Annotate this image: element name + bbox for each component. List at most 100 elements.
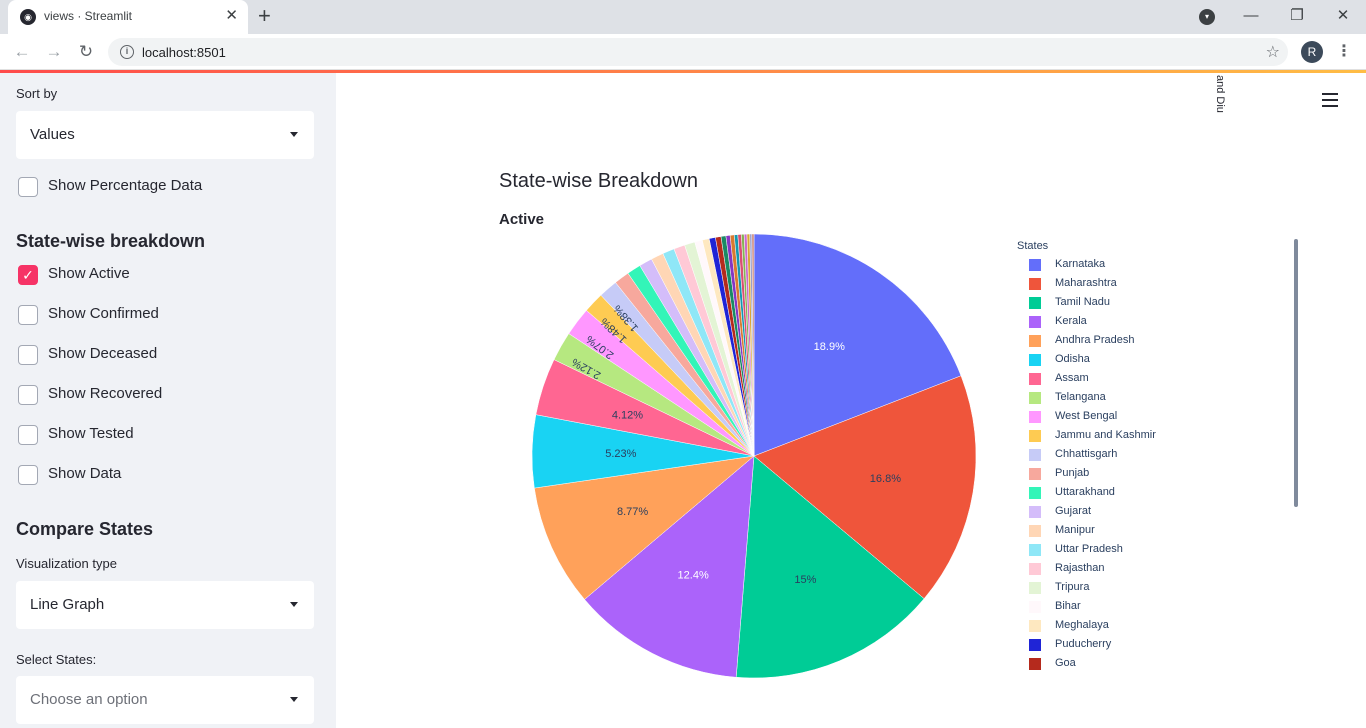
legend-swatch (1029, 639, 1041, 651)
pie-slice-label: 15% (794, 574, 816, 586)
legend-item[interactable]: Kerala (1029, 313, 1289, 332)
legend-item[interactable]: Uttarakhand (1029, 484, 1289, 503)
reload-icon[interactable]: ↻ (74, 40, 98, 64)
checkbox-checked-icon[interactable]: ✓ (18, 265, 38, 285)
browser-toolbar: ← → ↻ i localhost:8501 ☆ (0, 34, 1366, 70)
legend-label: Telangana (1055, 391, 1106, 403)
minimize-icon[interactable]: — (1236, 5, 1266, 27)
checkbox-box[interactable] (18, 465, 38, 485)
tab-search-icon[interactable]: ▾ (1199, 9, 1215, 25)
pie-slice-label: 16.8% (870, 473, 901, 485)
legend-item[interactable]: Bihar (1029, 598, 1289, 617)
legend-swatch (1029, 620, 1041, 632)
legend-swatch (1029, 297, 1041, 309)
checkbox-show-recovered[interactable]: Show Recovered (16, 383, 316, 407)
checkbox-label: Show Recovered (48, 385, 163, 402)
legend-item[interactable]: Jammu and Kashmir (1029, 427, 1289, 446)
legend-swatch (1029, 354, 1041, 366)
main-content: and Diu State-wise Breakdown Active 18.9… (336, 73, 1366, 728)
checkbox-label: Show Percentage Data (48, 177, 203, 194)
sidebar: Sort by Values Show Percentage Data Stat… (0, 73, 336, 728)
checkbox-show-confirmed[interactable]: Show Confirmed (16, 303, 316, 327)
checkbox-box[interactable] (18, 425, 38, 445)
legend-label: Uttarakhand (1055, 486, 1115, 498)
checkbox-box[interactable] (18, 345, 38, 365)
back-icon[interactable]: ← (10, 40, 34, 64)
restore-icon[interactable]: ❐ (1282, 5, 1312, 27)
checkbox-show-deceased[interactable]: Show Deceased (16, 343, 316, 367)
legend-label: Kerala (1055, 315, 1087, 327)
checkbox-label: Show Active (48, 265, 130, 282)
pie-slice-label: 5.23% (605, 448, 636, 460)
checkbox-show-data[interactable]: Show Data (16, 463, 316, 487)
legend-item[interactable]: Odisha (1029, 351, 1289, 370)
legend-item[interactable]: Tamil Nadu (1029, 294, 1289, 313)
legend-item[interactable]: West Bengal (1029, 408, 1289, 427)
legend-label: West Bengal (1055, 410, 1118, 422)
site-info-icon[interactable]: i (120, 45, 134, 59)
legend-label: Tripura (1055, 581, 1090, 593)
statewise-heading: State-wise breakdown (16, 231, 206, 251)
legend-label: Manipur (1055, 524, 1095, 536)
legend-swatch (1029, 392, 1041, 404)
sort-by-select[interactable]: Values (16, 111, 314, 159)
legend-item[interactable]: Assam (1029, 370, 1289, 389)
legend-label: Odisha (1055, 353, 1090, 365)
checkbox-show-active[interactable]: ✓ Show Active (16, 263, 316, 287)
visualization-type-select[interactable]: Line Graph (16, 581, 314, 629)
legend-swatch (1029, 430, 1041, 442)
legend-label: Goa (1055, 657, 1076, 669)
legend-label: Bihar (1055, 600, 1081, 612)
checkbox-label: Show Data (48, 465, 122, 482)
profile-avatar[interactable]: R (1301, 41, 1323, 63)
legend-item[interactable]: Meghalaya (1029, 617, 1289, 636)
legend-item[interactable]: Tripura (1029, 579, 1289, 598)
checkbox-label: Show Deceased (48, 345, 158, 362)
legend-swatch (1029, 468, 1041, 480)
legend-item[interactable]: Punjab (1029, 465, 1289, 484)
bookmark-star-icon[interactable]: ☆ (1266, 42, 1280, 62)
hamburger-menu-icon[interactable] (1322, 93, 1338, 107)
legend-label: Andhra Pradesh (1055, 334, 1135, 346)
legend-swatch (1029, 506, 1041, 518)
legend-swatch (1029, 582, 1041, 594)
legend-item[interactable]: Manipur (1029, 522, 1289, 541)
legend-label: Gujarat (1055, 505, 1092, 517)
browser-menu-icon[interactable]: ⋮ (1336, 41, 1352, 63)
legend-item[interactable]: Maharashtra (1029, 275, 1289, 294)
chevron-down-icon (290, 697, 298, 702)
legend-item[interactable]: Chhattisgarh (1029, 446, 1289, 465)
checkbox-show-tested[interactable]: Show Tested (16, 423, 316, 447)
legend-item[interactable]: Puducherry (1029, 636, 1289, 655)
checkbox-box[interactable] (18, 305, 38, 325)
checkbox-box[interactable] (18, 385, 38, 405)
legend-swatch (1029, 601, 1041, 613)
legend-item[interactable]: Goa (1029, 655, 1289, 674)
select-states-multiselect[interactable]: Choose an option (16, 676, 314, 724)
legend-item[interactable]: Andhra Pradesh (1029, 332, 1289, 351)
legend-swatch (1029, 278, 1041, 290)
legend-scrollbar[interactable] (1294, 239, 1298, 507)
legend-swatch (1029, 563, 1041, 575)
legend-swatch (1029, 316, 1041, 328)
pie-chart[interactable]: 18.9%16.8%15%12.4%8.77%5.23%4.12%2.12%2.… (336, 73, 1016, 728)
address-bar[interactable]: i localhost:8501 ☆ (108, 38, 1288, 66)
select-states-label: Select States: (16, 652, 97, 667)
close-window-icon[interactable]: ✕ (1328, 5, 1358, 27)
legend-label: Tamil Nadu (1055, 296, 1111, 308)
legend-label: Maharashtra (1055, 277, 1117, 289)
close-tab-icon[interactable]: ✕ (225, 7, 238, 25)
legend-item[interactable]: Karnataka (1029, 256, 1289, 275)
legend-item[interactable]: Rajasthan (1029, 560, 1289, 579)
legend-swatch (1029, 259, 1041, 271)
show-percentage-checkbox[interactable]: Show Percentage Data (16, 175, 316, 199)
legend-item[interactable]: Uttar Pradesh (1029, 541, 1289, 560)
legend-item[interactable]: Telangana (1029, 389, 1289, 408)
new-tab-icon[interactable]: + (258, 4, 271, 28)
checkbox-box[interactable] (18, 177, 38, 197)
forward-icon[interactable]: → (42, 40, 66, 64)
legend-swatch (1029, 658, 1041, 670)
browser-tab[interactable]: ◉ views · Streamlit ✕ (8, 0, 248, 34)
legend-item[interactable]: Gujarat (1029, 503, 1289, 522)
url-text: localhost:8501 (142, 45, 226, 60)
